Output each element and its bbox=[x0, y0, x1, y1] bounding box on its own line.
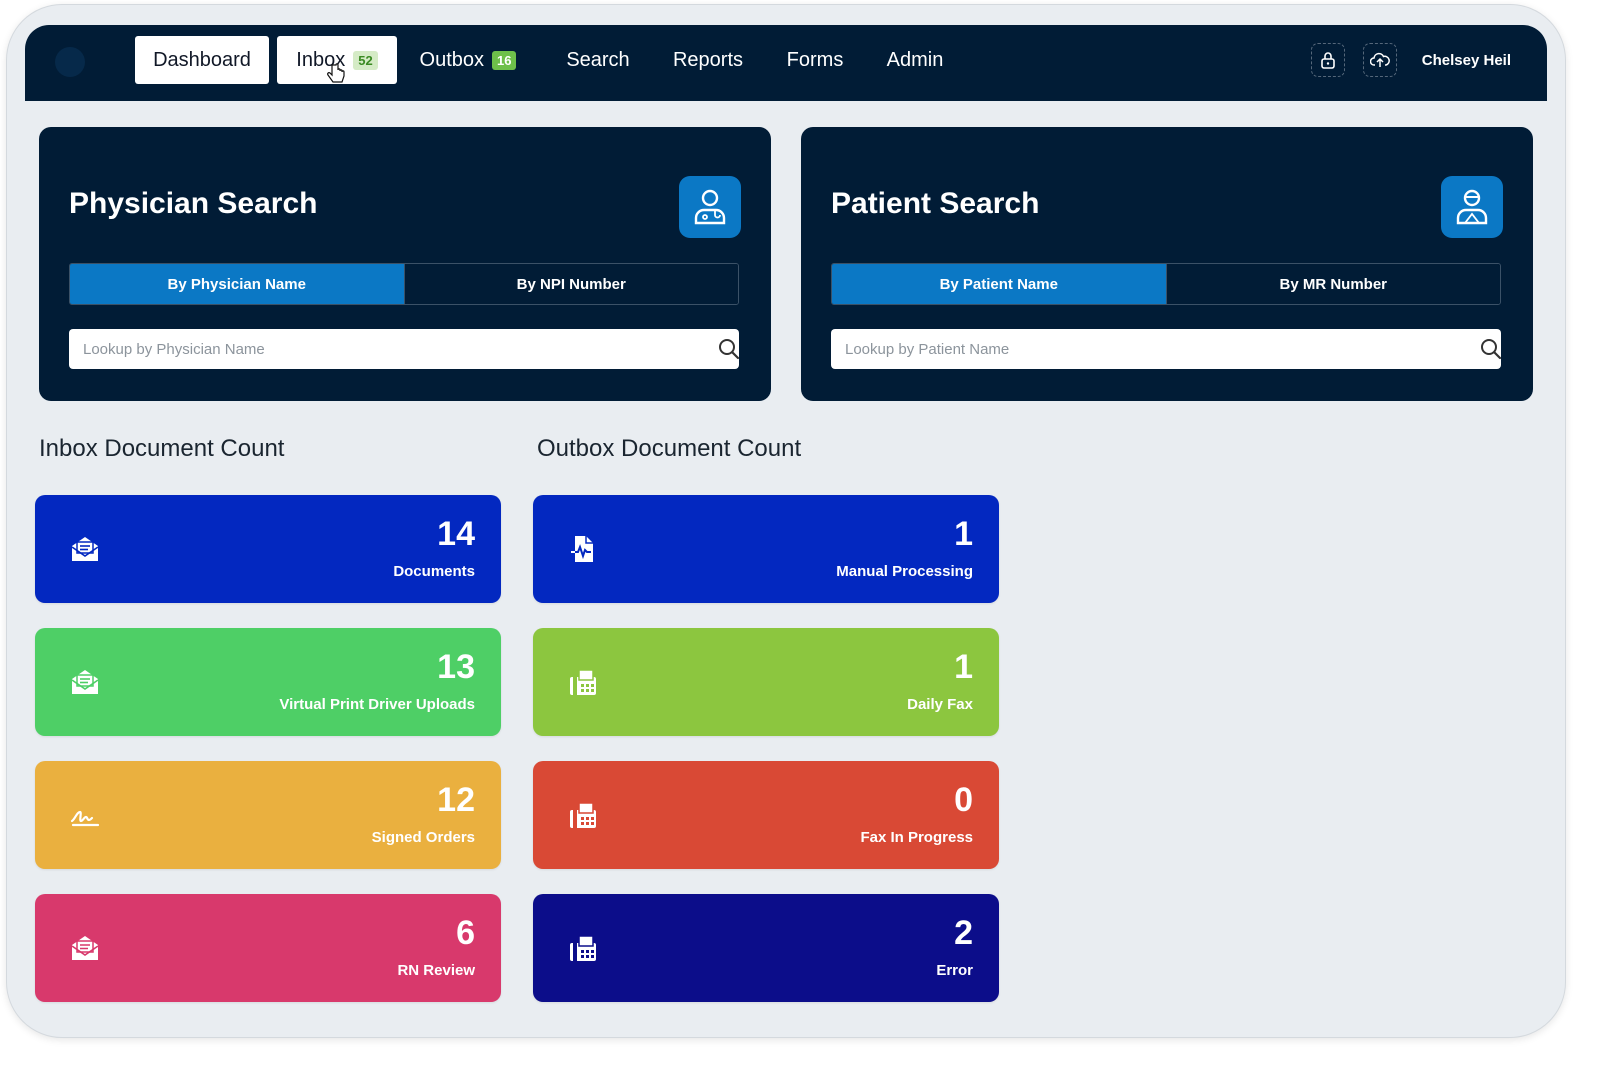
nav-reports-label: Reports bbox=[672, 48, 744, 71]
outbox-tile-daily-fax[interactable]: 1 Daily Fax bbox=[533, 628, 999, 736]
physician-search-title: Physician Search bbox=[69, 187, 318, 220]
inbox-tile-documents[interactable]: 14 Documents bbox=[35, 495, 501, 603]
tile-label: Error bbox=[936, 962, 973, 979]
document-pulse-icon bbox=[571, 536, 593, 562]
tile-count: 13 bbox=[437, 648, 475, 686]
inbox-count-title: Inbox Document Count bbox=[39, 435, 285, 462]
envelope-open-icon bbox=[71, 537, 99, 561]
logo bbox=[55, 47, 85, 77]
nav-search-label: Search bbox=[566, 48, 630, 71]
patient-icon-badge bbox=[1441, 176, 1503, 238]
nav-dashboard-label: Dashboard bbox=[153, 48, 251, 71]
fax-icon bbox=[570, 669, 596, 695]
tile-label: RN Review bbox=[397, 962, 475, 979]
tile-label: Fax In Progress bbox=[860, 829, 973, 846]
fax-icon bbox=[570, 935, 596, 961]
nav-search[interactable]: Search bbox=[555, 36, 641, 84]
lock-button[interactable] bbox=[1311, 43, 1345, 77]
search-icon[interactable] bbox=[717, 337, 741, 361]
nav-admin[interactable]: Admin bbox=[875, 36, 955, 84]
patient-search-input[interactable] bbox=[831, 329, 1501, 369]
outbox-tile-error[interactable]: 2 Error bbox=[533, 894, 999, 1002]
tile-count: 14 bbox=[437, 515, 475, 553]
physician-icon-badge bbox=[679, 176, 741, 238]
nav-forms[interactable]: Forms bbox=[777, 36, 853, 84]
tile-count: 12 bbox=[437, 781, 475, 819]
tile-count: 6 bbox=[456, 914, 475, 952]
inbox-tile-signed-orders[interactable]: 12 Signed Orders bbox=[35, 761, 501, 869]
tile-label: Manual Processing bbox=[836, 563, 973, 580]
tile-count: 1 bbox=[954, 648, 973, 686]
top-navbar: Dashboard Inbox 52 Outbox 16 Search Repo… bbox=[25, 25, 1547, 101]
hand-cursor-icon bbox=[327, 63, 345, 83]
nav-dashboard[interactable]: Dashboard bbox=[135, 36, 269, 84]
inbox-tile-rn-review[interactable]: 6 RN Review bbox=[35, 894, 501, 1002]
tab-by-patient-name[interactable]: By Patient Name bbox=[832, 264, 1166, 304]
tile-count: 1 bbox=[954, 515, 973, 553]
device-frame: Dashboard Inbox 52 Outbox 16 Search Repo… bbox=[6, 4, 1566, 1038]
inbox-count-badge: 52 bbox=[353, 50, 378, 70]
tile-label: Virtual Print Driver Uploads bbox=[279, 696, 475, 713]
tab-by-physician-name[interactable]: By Physician Name bbox=[70, 264, 404, 304]
app-screen: Dashboard Inbox 52 Outbox 16 Search Repo… bbox=[25, 25, 1547, 1025]
outbox-tile-fax-in-progress[interactable]: 0 Fax In Progress bbox=[533, 761, 999, 869]
upload-button[interactable] bbox=[1363, 43, 1397, 77]
nav-reports[interactable]: Reports bbox=[661, 36, 755, 84]
patient-search-title: Patient Search bbox=[831, 187, 1040, 220]
patient-search-panel: Patient Search By Patient Name By MR Num… bbox=[801, 127, 1533, 401]
outbox-tile-manual-processing[interactable]: 1 Manual Processing bbox=[533, 495, 999, 603]
nav-admin-label: Admin bbox=[886, 48, 944, 71]
cloud-upload-icon bbox=[1370, 52, 1390, 67]
tile-label: Signed Orders bbox=[371, 829, 475, 846]
tab-by-npi-number[interactable]: By NPI Number bbox=[403, 264, 738, 304]
signature-icon bbox=[70, 810, 100, 827]
outbox-count-title: Outbox Document Count bbox=[537, 435, 802, 462]
physician-search-input[interactable] bbox=[69, 329, 739, 369]
physician-icon bbox=[694, 189, 726, 225]
tile-label: Daily Fax bbox=[907, 696, 973, 713]
outbox-count-badge: 16 bbox=[492, 50, 517, 70]
lock-icon bbox=[1321, 52, 1335, 69]
tile-count: 2 bbox=[954, 914, 973, 952]
search-icon[interactable] bbox=[1479, 337, 1503, 361]
patient-search-toggle: By Patient Name By MR Number bbox=[831, 263, 1501, 305]
tile-count: 0 bbox=[954, 781, 973, 819]
envelope-open-icon bbox=[71, 670, 99, 694]
fax-icon bbox=[570, 802, 596, 828]
inbox-tile-virtual-print-driver-uploads[interactable]: 13 Virtual Print Driver Uploads bbox=[35, 628, 501, 736]
physician-search-panel: Physician Search By Physician Name By NP… bbox=[39, 127, 771, 401]
nav-forms-label: Forms bbox=[786, 48, 844, 71]
nav-outbox-label: Outbox bbox=[419, 48, 484, 71]
patient-icon bbox=[1456, 189, 1488, 225]
physician-search-toggle: By Physician Name By NPI Number bbox=[69, 263, 739, 305]
tile-label: Documents bbox=[393, 563, 475, 580]
user-name[interactable]: Chelsey Heil bbox=[1422, 52, 1511, 69]
envelope-open-icon bbox=[71, 936, 99, 960]
nav-outbox[interactable]: Outbox 16 bbox=[413, 36, 523, 84]
tab-by-mr-number[interactable]: By MR Number bbox=[1165, 264, 1500, 304]
